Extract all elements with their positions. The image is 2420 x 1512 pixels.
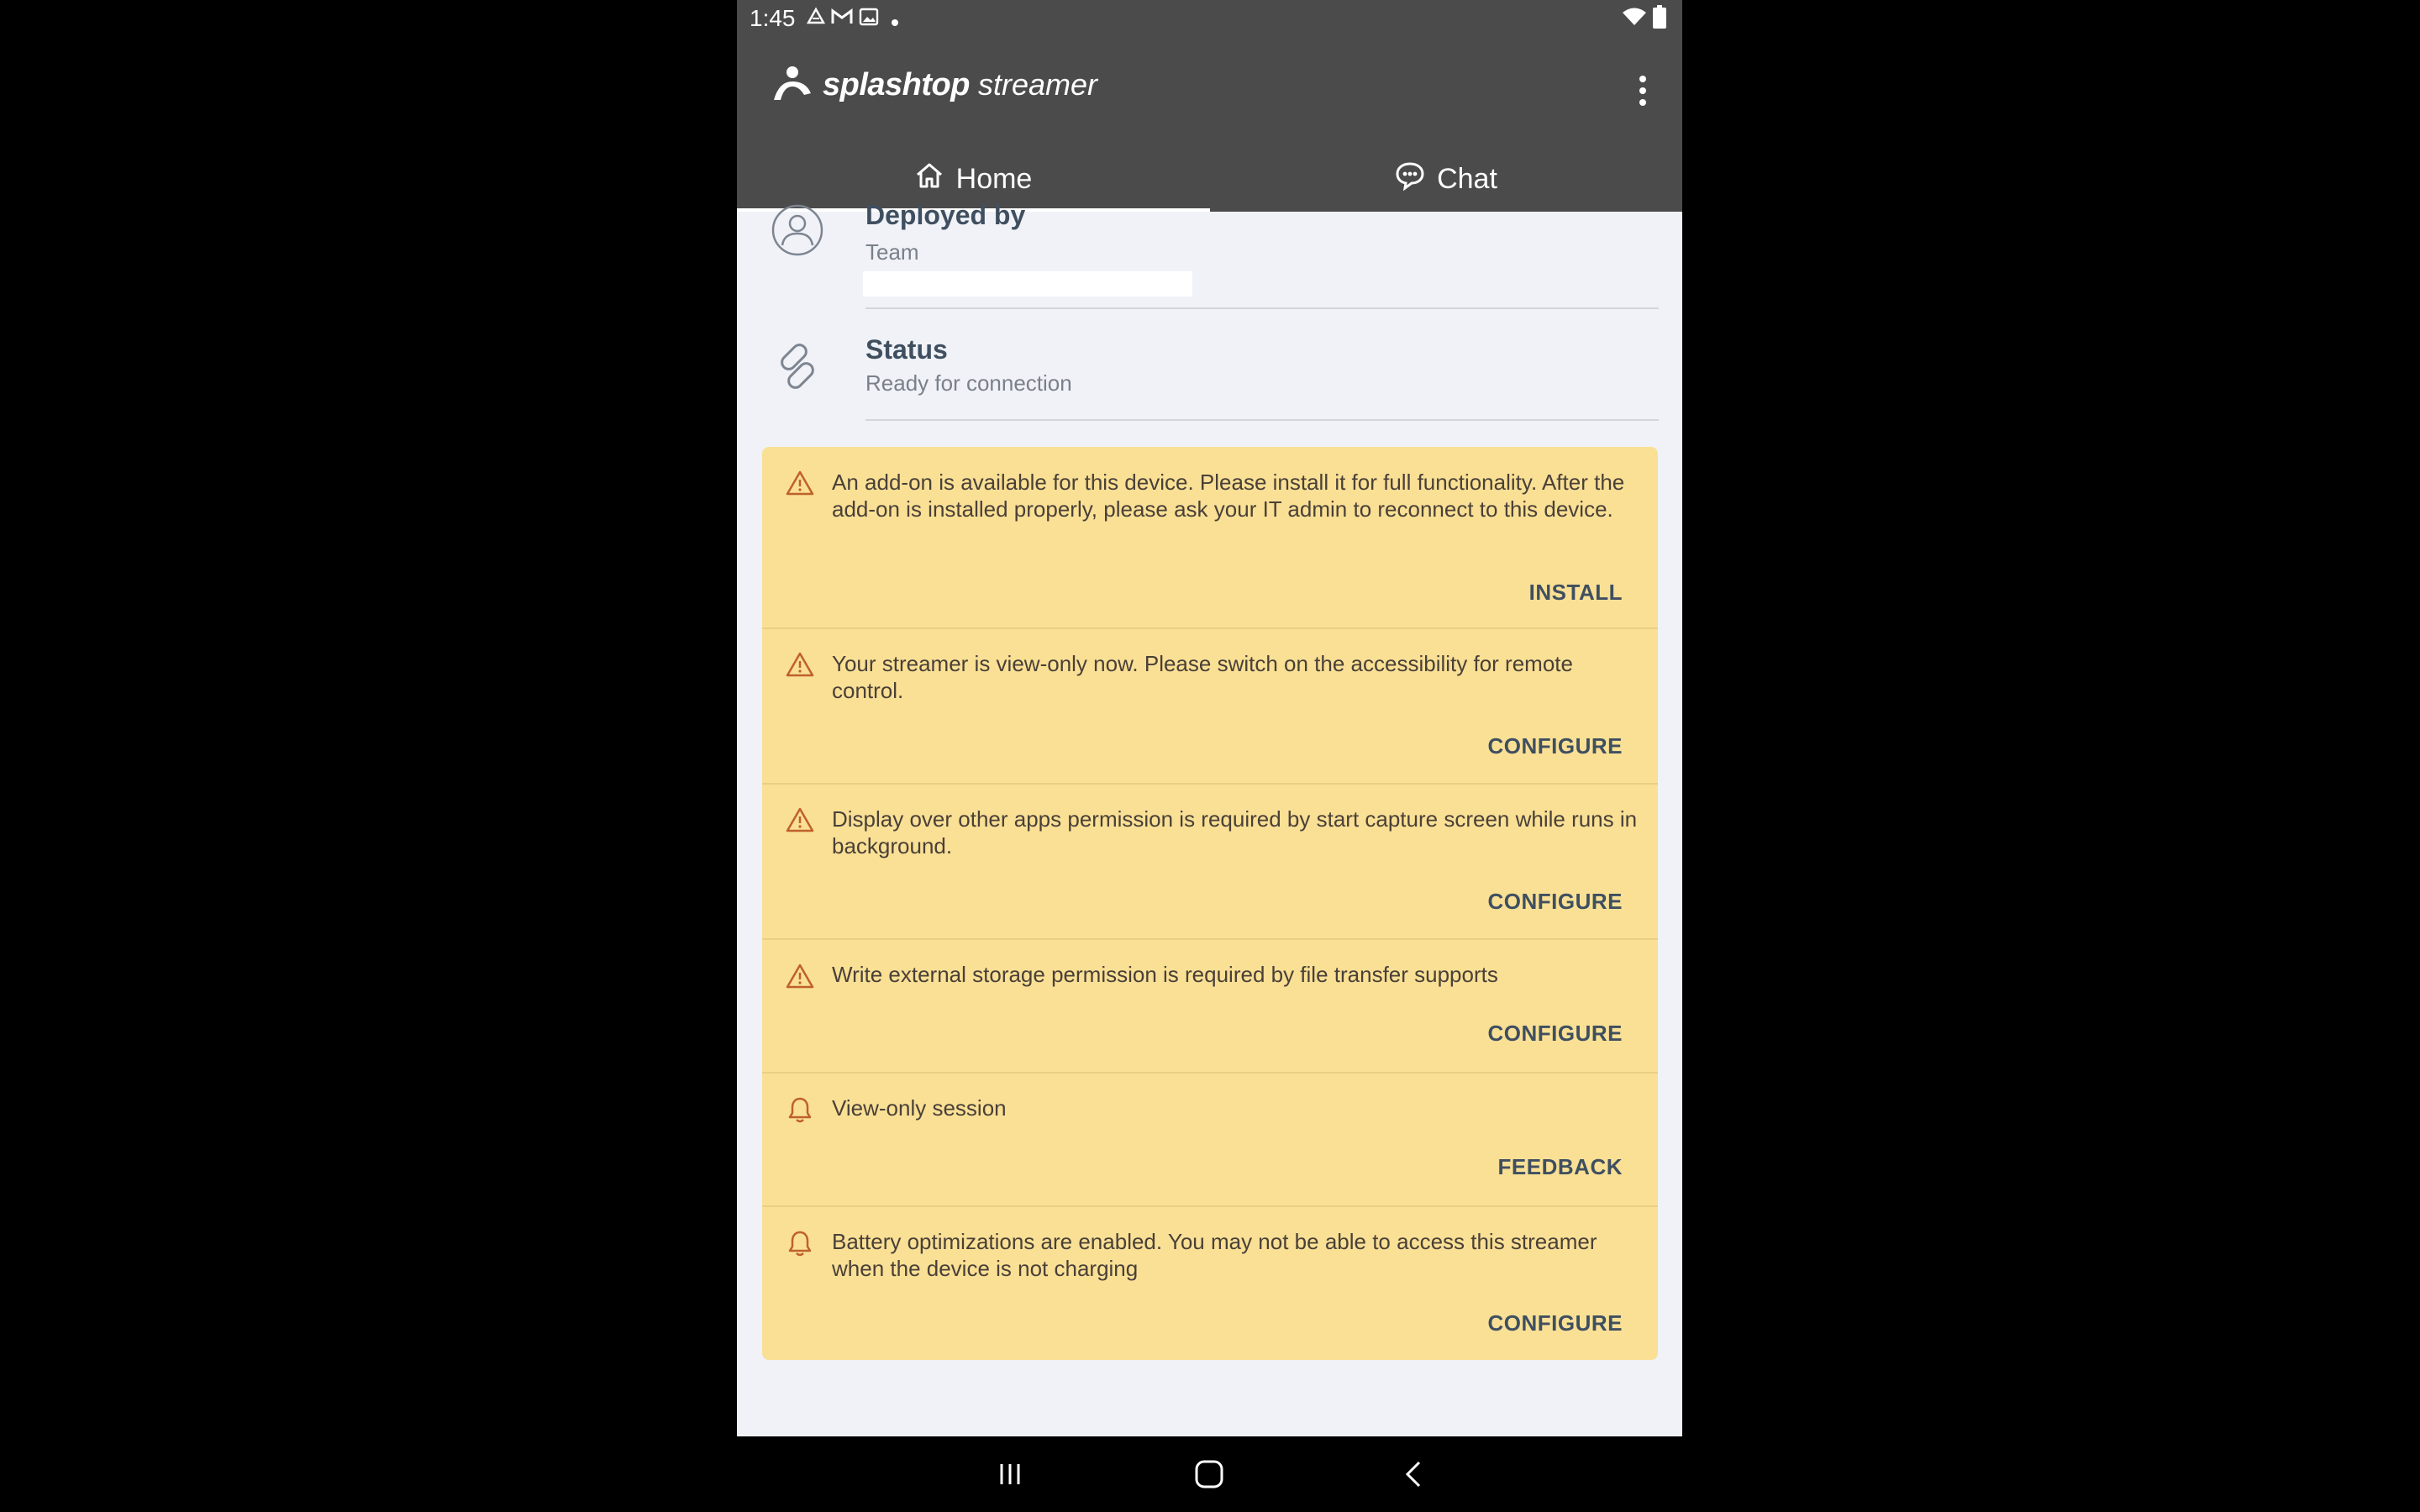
splashtop-logo: splashtop streamer bbox=[771, 61, 1097, 108]
app-bar: splashtop streamer Home Chat bbox=[737, 38, 1682, 212]
chat-icon bbox=[1395, 160, 1425, 198]
splashtop-logo-icon bbox=[771, 63, 814, 108]
warning-icon bbox=[786, 470, 814, 501]
deployed-by-title: Deployed by bbox=[865, 200, 1026, 230]
alert-text: View-only session bbox=[832, 1095, 1007, 1121]
configure-storage-button[interactable]: CONFIGURE bbox=[1488, 1021, 1623, 1047]
phone-screen: 1:45 splashtop streamer Home Chat Deploy… bbox=[737, 0, 1682, 1512]
battery-icon bbox=[1653, 5, 1666, 33]
status-bar: 1:45 bbox=[737, 0, 1682, 38]
back-icon[interactable] bbox=[1384, 1453, 1443, 1495]
more-vert-icon[interactable] bbox=[1626, 70, 1660, 112]
warning-icon bbox=[786, 651, 814, 682]
alert-list: An add-on is available for this device. … bbox=[762, 447, 1658, 1360]
redacted-field bbox=[863, 271, 1192, 297]
image-icon bbox=[859, 7, 879, 31]
divider bbox=[865, 419, 1659, 421]
feedback-button[interactable]: FEEDBACK bbox=[1498, 1154, 1623, 1180]
install-button[interactable]: INSTALL bbox=[1529, 580, 1623, 606]
system-nav-bar bbox=[737, 1436, 1682, 1512]
bell-icon bbox=[786, 1095, 814, 1128]
alert-overlay-permission: Display over other apps permission is re… bbox=[762, 785, 1658, 940]
alert-battery: Battery optimizations are enabled. You m… bbox=[762, 1207, 1658, 1360]
alert-text: Display over other apps permission is re… bbox=[832, 806, 1638, 858]
status-time: 1:45 bbox=[750, 5, 796, 31]
bell-icon bbox=[786, 1229, 814, 1262]
status-row: Status Ready for connection bbox=[737, 321, 1682, 421]
alert-storage-permission: Write external storage permission is req… bbox=[762, 940, 1658, 1074]
alert-view-only: Your streamer is view-only now. Please s… bbox=[762, 629, 1658, 785]
home-icon bbox=[914, 160, 944, 198]
link-icon bbox=[771, 339, 824, 397]
alert-text: Your streamer is view-only now. Please s… bbox=[832, 651, 1573, 703]
warning-icon bbox=[786, 806, 814, 837]
drive-icon bbox=[806, 7, 826, 31]
deployed-by-value: Team bbox=[865, 239, 919, 265]
deployed-by-row: Deployed by Team bbox=[737, 200, 1682, 309]
divider bbox=[865, 307, 1659, 309]
configure-battery-button[interactable]: CONFIGURE bbox=[1488, 1310, 1623, 1336]
status-title: Status bbox=[865, 334, 948, 365]
alert-addon: An add-on is available for this device. … bbox=[762, 447, 1658, 629]
person-icon bbox=[771, 203, 824, 261]
status-value: Ready for connection bbox=[865, 370, 1072, 396]
warning-icon bbox=[786, 963, 814, 994]
alert-text: An add-on is available for this device. … bbox=[832, 470, 1625, 522]
home-nav-icon[interactable] bbox=[1180, 1453, 1239, 1495]
tab-home-label: Home bbox=[955, 163, 1033, 195]
tab-chat[interactable]: Chat bbox=[1210, 147, 1682, 212]
alert-text: Battery optimizations are enabled. You m… bbox=[832, 1229, 1597, 1281]
tab-chat-label: Chat bbox=[1437, 163, 1497, 195]
gmail-icon bbox=[831, 7, 853, 31]
brand-name: splashtop bbox=[823, 66, 970, 102]
recent-apps-icon[interactable] bbox=[981, 1453, 1039, 1495]
product-name: streamer bbox=[977, 67, 1097, 102]
home-content[interactable]: Deployed by Team Status Ready for connec… bbox=[737, 200, 1682, 1436]
wifi-icon bbox=[1622, 7, 1647, 31]
configure-accessibility-button[interactable]: CONFIGURE bbox=[1488, 733, 1623, 759]
configure-overlay-button[interactable]: CONFIGURE bbox=[1488, 889, 1623, 915]
alert-view-only-session: View-only session FEEDBACK bbox=[762, 1074, 1658, 1207]
dot-icon bbox=[892, 15, 898, 30]
alert-text: Write external storage permission is req… bbox=[832, 962, 1498, 987]
